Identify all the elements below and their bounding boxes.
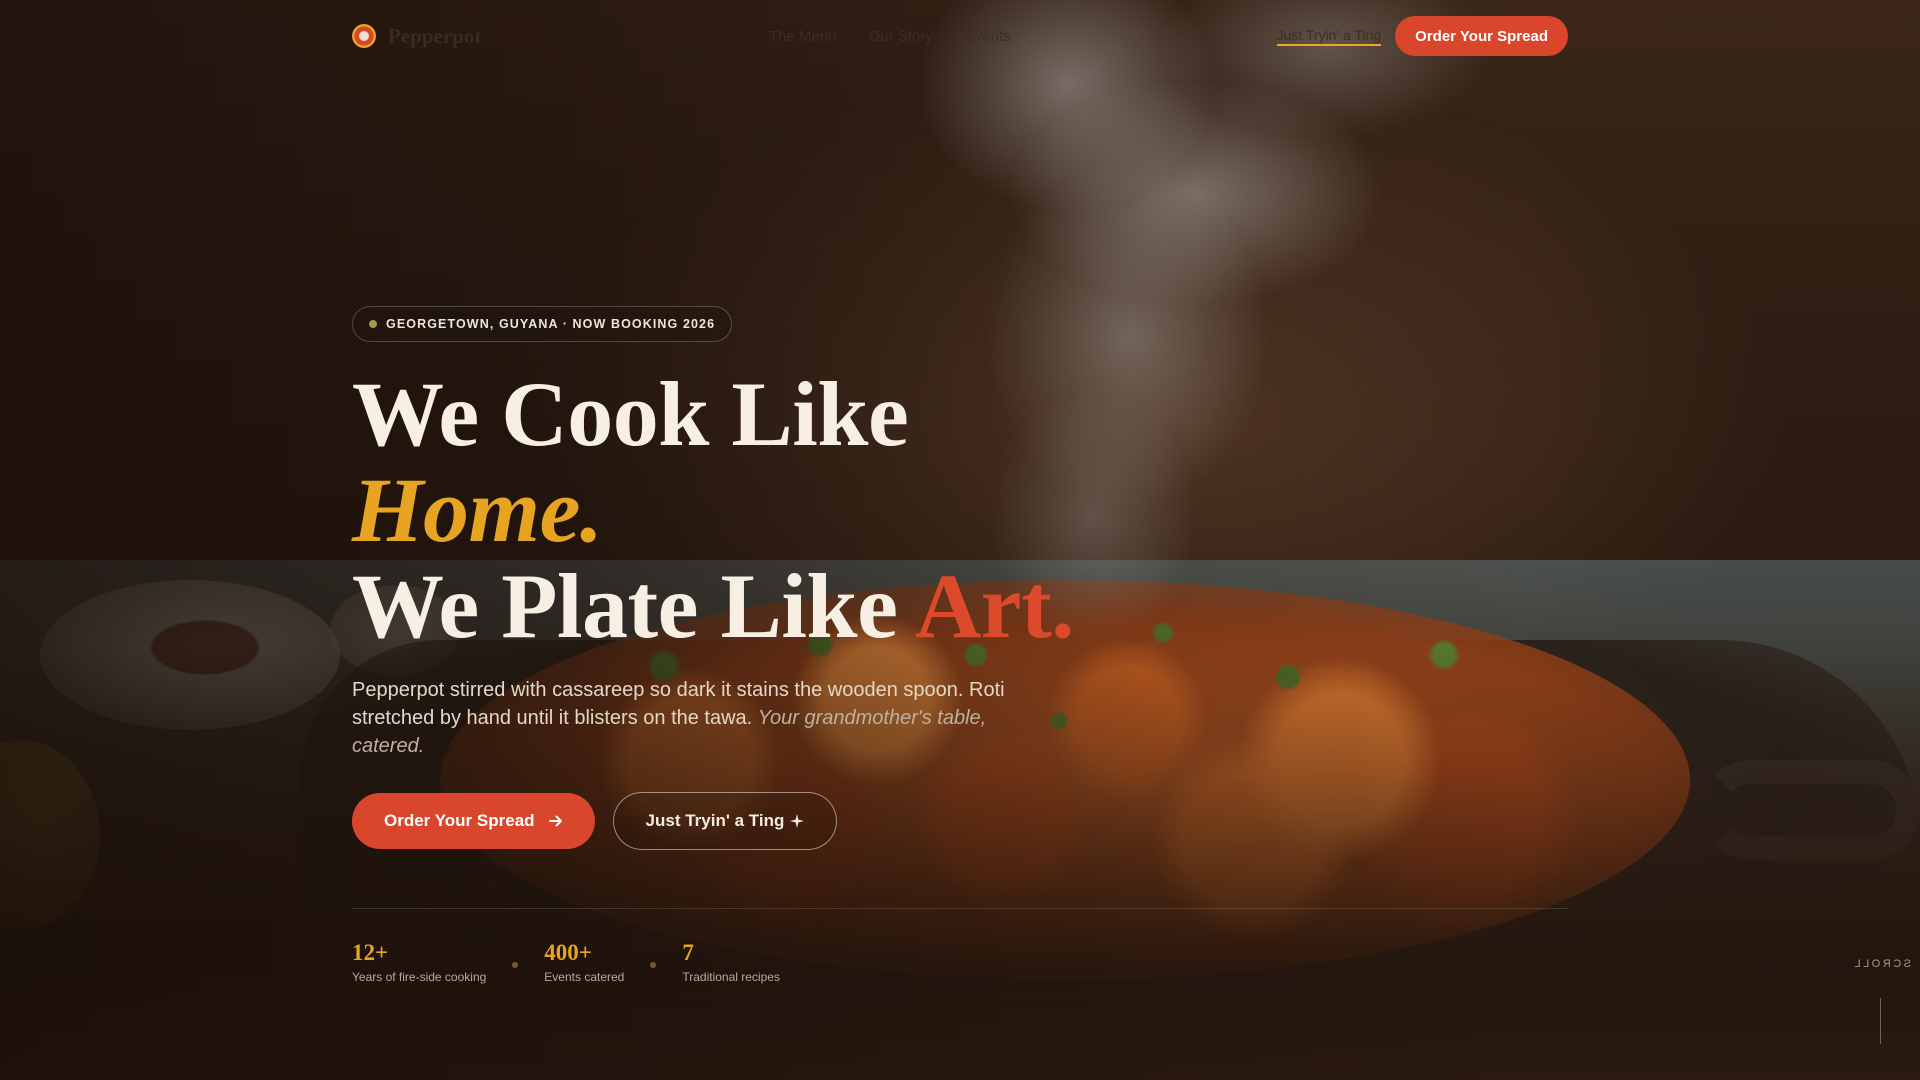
hero-cta-row: Order Your Spread Just Tryin' a Ting [352, 792, 1112, 850]
stats-row: 12+ Years of fire-side cooking 400+ Even… [352, 940, 780, 984]
stat-separator [650, 962, 657, 968]
stat-separator [512, 962, 519, 968]
status-dot-icon [369, 320, 377, 328]
header-actions: Just Tryin' a Ting Order Your Spread [1276, 16, 1568, 56]
nav-item-our-story[interactable]: Our Story [869, 28, 933, 45]
stat-label: Traditional recipes [682, 970, 780, 984]
just-tryin-label: Just Tryin' a Ting [645, 811, 785, 830]
header-order-button[interactable]: Order Your Spread [1395, 16, 1568, 56]
location-badge-text: GEORGETOWN, GUYANA · NOW BOOKING 2026 [386, 317, 716, 331]
stat-value: 400+ [544, 940, 592, 965]
stat-events: 400+ Events catered [544, 940, 624, 984]
brand[interactable]: Pepperpot [352, 24, 481, 49]
scroll-line [1880, 998, 1881, 1044]
headline-line-1: We Cook Like [352, 363, 909, 465]
hero-divider [352, 908, 1568, 909]
order-spread-label: Order Your Spread [384, 811, 535, 830]
hero: GEORGETOWN, GUYANA · NOW BOOKING 2026 We… [352, 306, 1112, 850]
header-tasting-link[interactable]: Just Tryin' a Ting [1276, 27, 1382, 46]
stat-years: 12+ Years of fire-side cooking [352, 940, 486, 984]
arrow-right-icon [548, 815, 562, 827]
just-tryin-button[interactable]: Just Tryin' a Ting [612, 792, 838, 850]
sparkle-icon [790, 814, 805, 828]
order-spread-button[interactable]: Order Your Spread [352, 793, 595, 849]
stat-recipes: 7 Traditional recipes [682, 940, 780, 984]
stat-label: Years of fire-side cooking [352, 970, 487, 984]
brand-name: Pepperpot [388, 23, 482, 48]
headline-line-3: We Plate Like [352, 555, 915, 657]
scroll-indicator[interactable]: SCROLL [1852, 958, 1911, 970]
hero-headline: We Cook Like Home. We Plate Like Art. [352, 366, 1112, 654]
nav-item-events[interactable]: Events [965, 28, 1011, 45]
stat-label: Events catered [544, 970, 625, 984]
site-header: Pepperpot The Menu Our Story Events Just… [352, 14, 1568, 58]
pepperpot-logo-icon [352, 24, 376, 48]
main-nav: The Menu Our Story Events [769, 28, 1011, 45]
hero-description: Pepperpot stirred with cassareep so dark… [352, 676, 1012, 760]
stat-value: 12+ [352, 940, 389, 965]
stat-value: 7 [682, 940, 694, 965]
headline-art: Art. [914, 555, 1074, 657]
headline-home: Home. [352, 459, 603, 561]
nav-item-menu[interactable]: The Menu [769, 28, 837, 45]
location-badge: GEORGETOWN, GUYANA · NOW BOOKING 2026 [352, 306, 733, 342]
